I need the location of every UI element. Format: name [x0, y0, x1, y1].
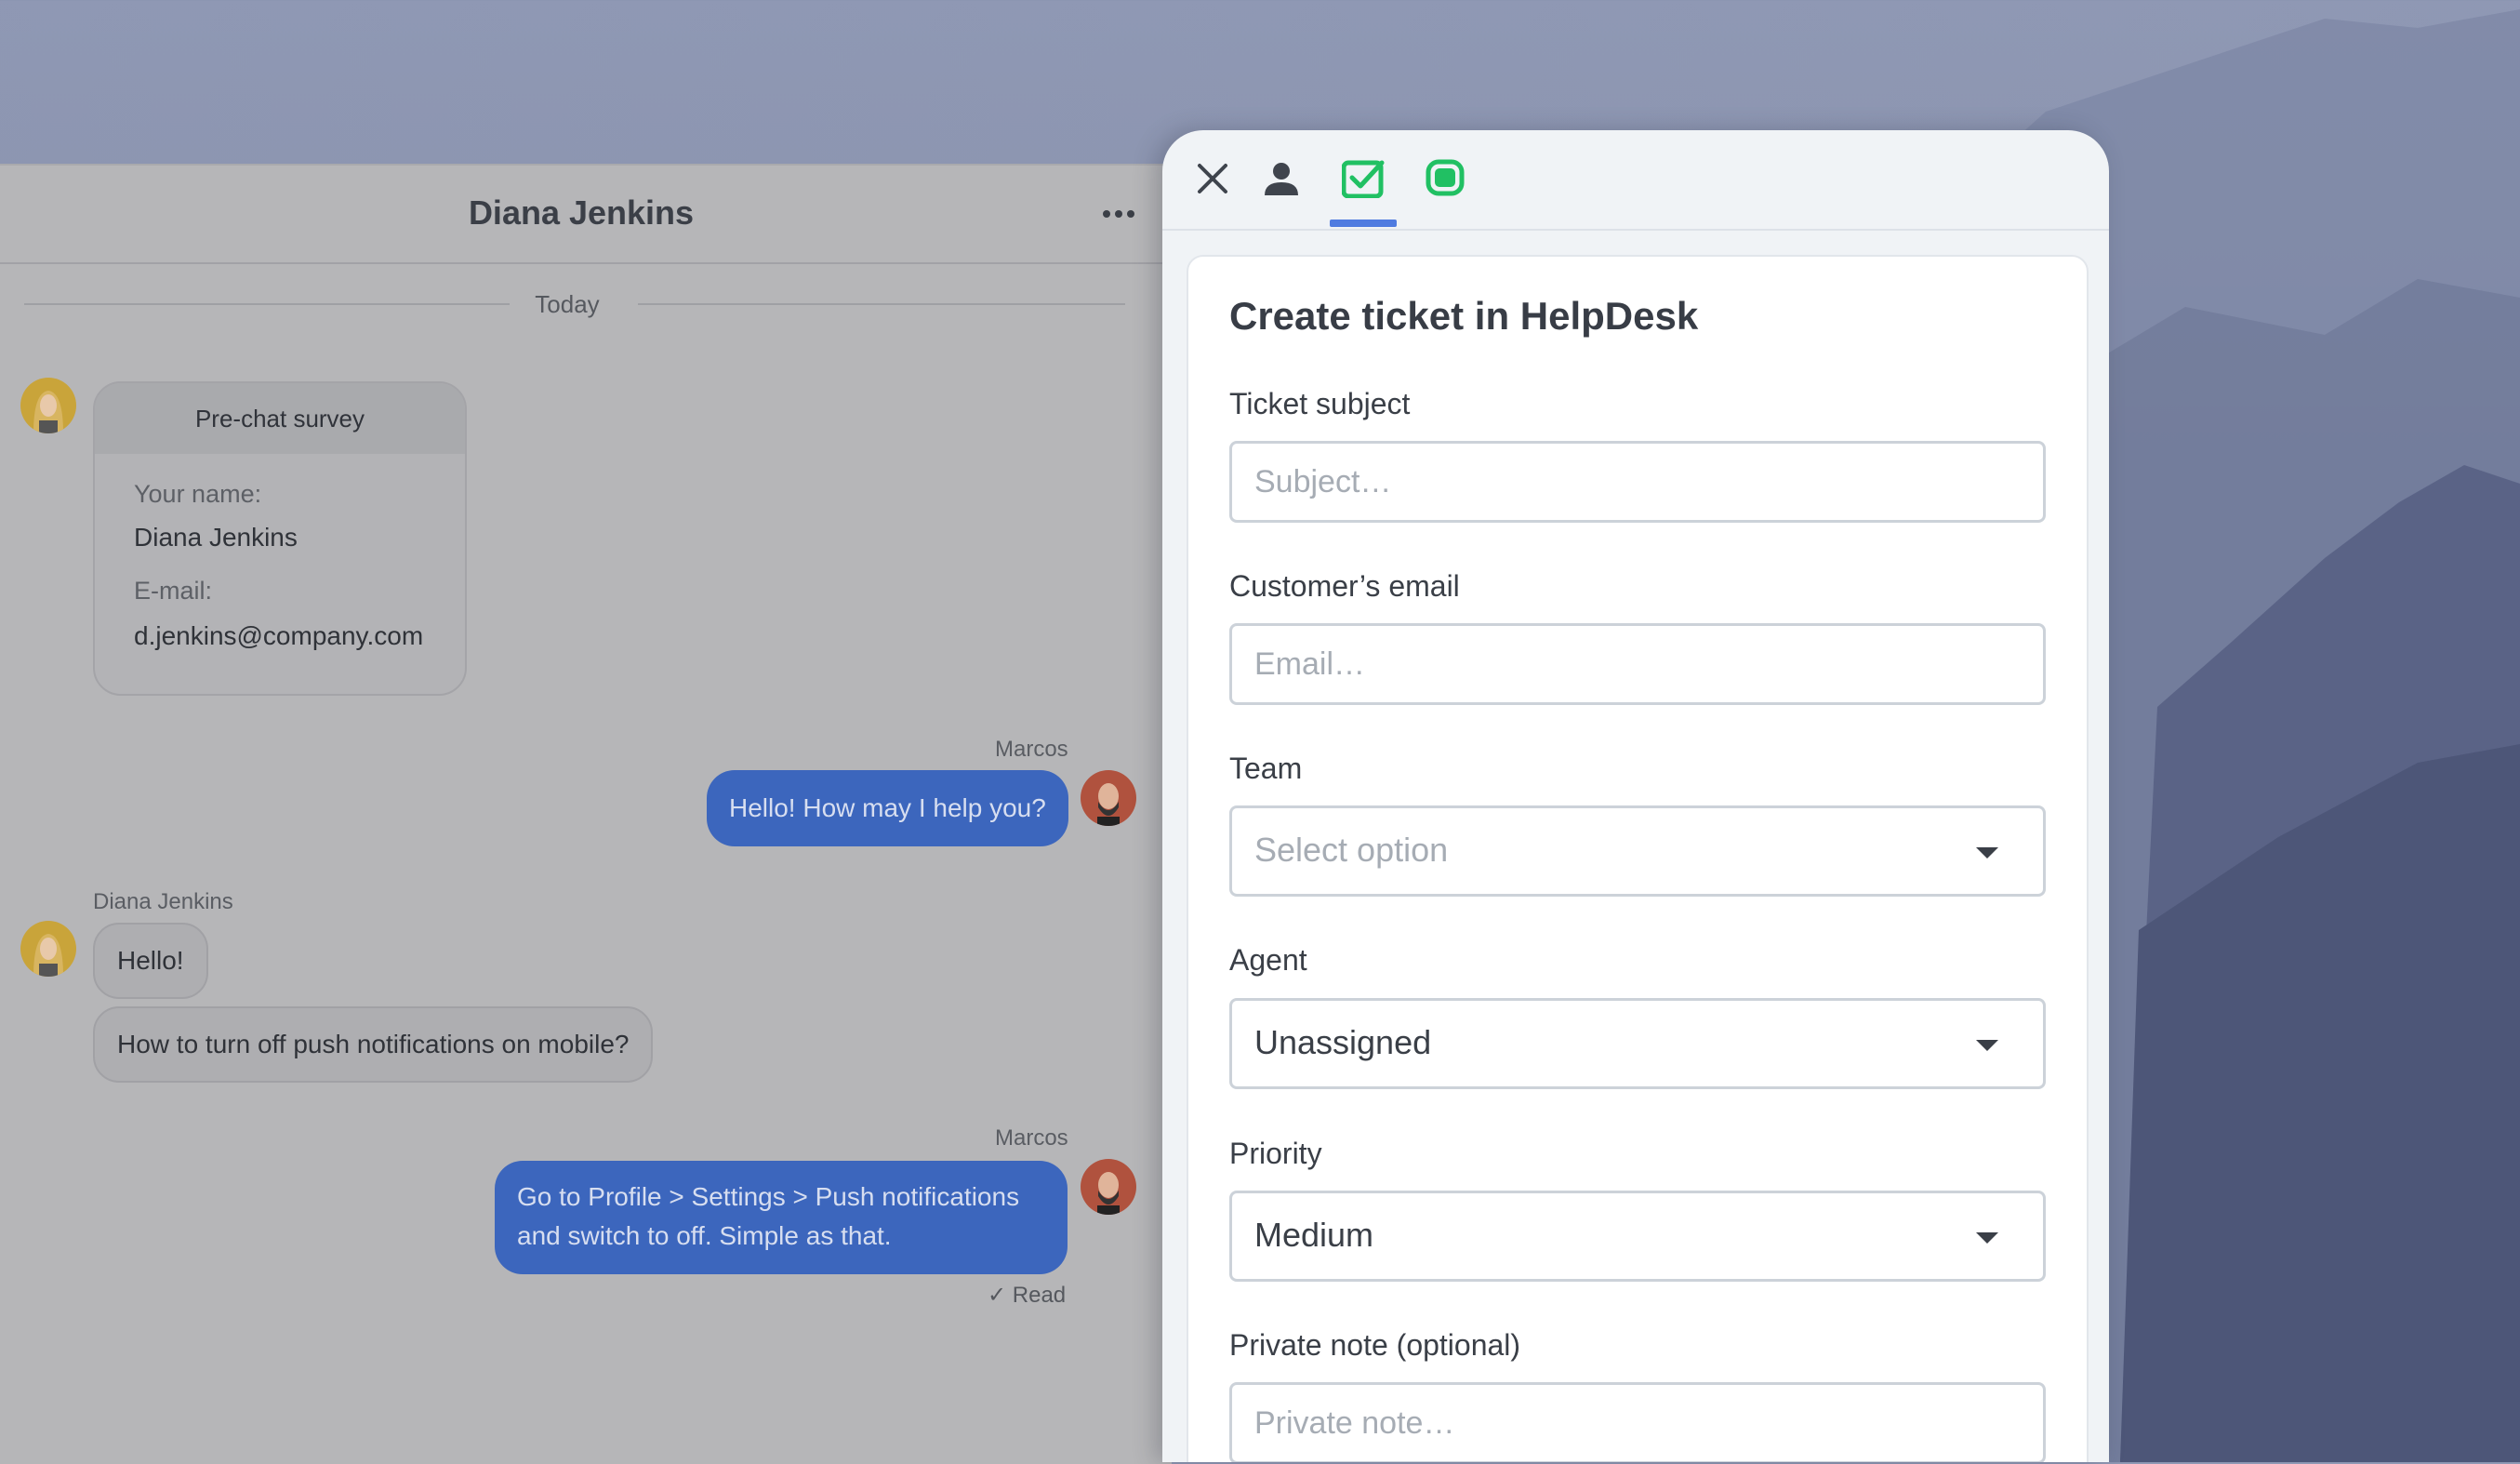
- caret-down-icon: [1976, 847, 1998, 858]
- team-select[interactable]: Select option: [1229, 805, 2046, 897]
- caret-down-icon: [1976, 1232, 1998, 1244]
- subject-label: Ticket subject: [1229, 387, 1411, 420]
- priority-select[interactable]: Medium: [1229, 1191, 2046, 1282]
- person-icon[interactable]: [1259, 156, 1304, 201]
- agent-label: Agent: [1229, 943, 1307, 977]
- read-status: Read: [1012, 1283, 1067, 1308]
- chat-bubble-icon[interactable]: [1423, 156, 1467, 201]
- helpdesk-side-panel: Create ticket in HelpDesk Ticket subject…: [1162, 130, 2109, 1462]
- divider-line: [638, 303, 1125, 305]
- more-options-icon[interactable]: [1103, 210, 1134, 218]
- customer-avatar: [20, 378, 76, 433]
- form-title: Create ticket in HelpDesk: [1229, 294, 1699, 338]
- panel-toolbar: [1162, 130, 2109, 231]
- priority-label: Priority: [1229, 1137, 1322, 1170]
- chat-title: Diana Jenkins: [468, 193, 695, 232]
- survey-name-value: Diana Jenkins: [134, 523, 298, 552]
- email-input[interactable]: [1229, 623, 2046, 705]
- chat-header: Diana Jenkins: [0, 166, 1172, 264]
- subject-input[interactable]: [1229, 441, 2046, 523]
- close-icon[interactable]: [1190, 156, 1235, 201]
- date-divider: Today: [535, 290, 600, 318]
- checkmark-icon: ✓: [988, 1283, 1007, 1308]
- customer-message-bubble: Hello!: [93, 923, 208, 999]
- agent-message-bubble: Go to Profile > Settings > Push notifica…: [495, 1161, 1068, 1274]
- note-label: Private note (optional): [1229, 1328, 1521, 1362]
- caret-down-icon: [1976, 1040, 1998, 1051]
- active-tab-indicator: [1330, 220, 1397, 227]
- message-sender: Diana Jenkins: [93, 889, 233, 914]
- agent-select-value: Unassigned: [1254, 1023, 1432, 1061]
- private-note-input[interactable]: [1229, 1382, 2046, 1462]
- customer-avatar: [20, 921, 76, 977]
- survey-email-value: d.jenkins@company.com: [134, 621, 424, 650]
- email-label: Customer’s email: [1229, 569, 1460, 603]
- message-text-line: and switch to off. Simple as that.: [517, 1221, 892, 1250]
- message-text-line: Go to Profile > Settings > Push notifica…: [517, 1182, 1020, 1211]
- agent-select[interactable]: Unassigned: [1229, 998, 2046, 1089]
- team-label: Team: [1229, 752, 1303, 785]
- survey-email-label: E-mail:: [134, 577, 213, 605]
- ticket-check-icon[interactable]: [1341, 156, 1386, 201]
- customer-message-bubble: How to turn off push notifications on mo…: [93, 1006, 654, 1083]
- divider-line: [24, 303, 510, 305]
- create-ticket-form: Create ticket in HelpDesk Ticket subject…: [1187, 255, 2089, 1462]
- pre-chat-survey-card: Pre-chat survey Your name: Diana Jenkins…: [93, 381, 467, 696]
- chat-window: Diana Jenkins Today Pre-chat survey Your…: [0, 164, 1172, 1464]
- priority-select-value: Medium: [1254, 1216, 1374, 1254]
- message-sender: Marcos: [995, 1125, 1068, 1151]
- team-select-value: Select option: [1254, 831, 1449, 869]
- agent-avatar: [1081, 770, 1136, 826]
- survey-title: Pre-chat survey: [95, 383, 465, 454]
- message-sender: Marcos: [995, 737, 1068, 762]
- read-receipt: ✓ Read: [988, 1282, 1066, 1309]
- agent-avatar: [1081, 1159, 1136, 1215]
- agent-message-bubble: Hello! How may I help you?: [707, 770, 1068, 846]
- survey-name-label: Your name:: [134, 480, 262, 508]
